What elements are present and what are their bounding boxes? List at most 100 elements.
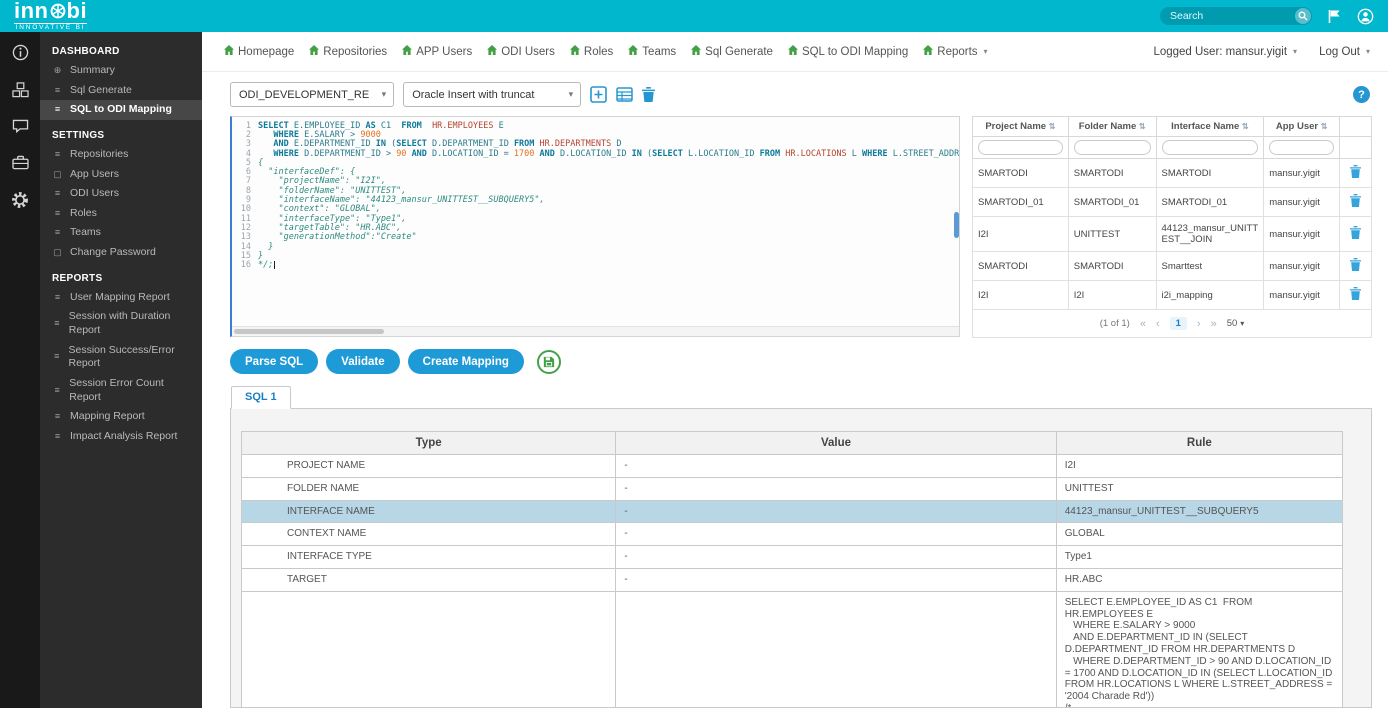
column-header-interface-name[interactable]: Interface Name ⇅ [1156, 117, 1264, 137]
delete-mapping-button[interactable] [1350, 258, 1361, 271]
pagination-bar: (1 of 1) « ‹ 1 › » 50 [972, 310, 1372, 338]
mapping-row[interactable]: I2IUNITTEST44123_mansur_UNITTEST__JOINma… [973, 217, 1372, 252]
prev-page-button[interactable]: ‹ [1156, 318, 1160, 330]
chat-icon[interactable] [12, 119, 29, 134]
sidebar-item-sql-generate[interactable]: ≡Sql Generate [40, 81, 202, 101]
column-header-actions [1340, 117, 1372, 137]
sidebar-item-roles[interactable]: ≡Roles [40, 204, 202, 224]
sidebar-item-summary[interactable]: ⊕Summary [40, 61, 202, 81]
interface-cell: Smarttest [1156, 252, 1264, 281]
repository-select[interactable]: ODI_DEVELOPMENT_RE [230, 82, 394, 107]
sql-editor[interactable]: 1SELECT E.EMPLOYEE_ID AS C1 FROM HR.EMPL… [230, 116, 960, 337]
scrollbar-thumb[interactable] [234, 329, 384, 334]
nav-item-repositories[interactable]: Repositories [309, 45, 387, 58]
nav-item-roles[interactable]: Roles [570, 45, 613, 58]
result-row[interactable]: FOLDER NAME-UNITTEST [242, 477, 1343, 500]
search-icon[interactable] [1295, 8, 1311, 24]
result-row[interactable]: CONTEXT NAME-GLOBAL [242, 523, 1343, 546]
modules-icon[interactable] [12, 82, 29, 98]
mapping-row[interactable]: SMARTODI_01SMARTODI_01SMARTODI_01mansur.… [973, 188, 1372, 217]
sort-icon[interactable]: ⇅ [1049, 122, 1056, 131]
column-header-app-user[interactable]: App User ⇅ [1264, 117, 1340, 137]
nav-item-sql-generate[interactable]: Sql Generate [691, 45, 773, 58]
sidebar-item-session-with-duration-report[interactable]: ≡Session with Duration Report [40, 307, 202, 340]
nav-item-sql-to-odi-mapping[interactable]: SQL to ODI Mapping [788, 45, 908, 58]
sort-icon[interactable]: ⇅ [1242, 122, 1249, 131]
last-page-button[interactable]: » [1211, 318, 1217, 330]
nav-item-homepage[interactable]: Homepage [224, 45, 294, 58]
sidebar-item-teams[interactable]: ≡Teams [40, 223, 202, 243]
sidebar-item-impact-analysis-report[interactable]: ≡Impact Analysis Report [40, 427, 202, 447]
delete-mapping-button[interactable] [1350, 287, 1361, 300]
nav-item-app-users[interactable]: APP Users [402, 45, 472, 58]
horizontal-scrollbar[interactable] [232, 326, 959, 336]
next-page-button[interactable]: › [1197, 318, 1201, 330]
parse-sql-button[interactable]: Parse SQL [230, 349, 318, 374]
home-icon [487, 45, 497, 58]
logged-user-menu[interactable]: Logged User: mansur.yigit▾ [1153, 46, 1297, 58]
gear-icon[interactable] [11, 191, 29, 209]
table-icon[interactable] [616, 87, 633, 102]
nav-item-label: Repositories [323, 46, 387, 58]
editor-line: 2 WHERE E.SALARY > 9000 [232, 130, 959, 139]
column-header-project-name[interactable]: Project Name ⇅ [973, 117, 1069, 137]
user-account-icon[interactable] [1357, 8, 1374, 25]
first-page-button[interactable]: « [1140, 318, 1146, 330]
sidebar-item-change-password[interactable]: ▢Change Password [40, 243, 202, 263]
create-mapping-button[interactable]: Create Mapping [408, 349, 524, 374]
help-icon[interactable]: ? [1353, 86, 1370, 103]
current-page-button[interactable]: 1 [1170, 317, 1187, 330]
sidebar-item-odi-users[interactable]: ≡ODI Users [40, 184, 202, 204]
result-row[interactable]: INTERFACE TYPE-Type1 [242, 546, 1343, 569]
filter-input-folder-name[interactable] [1074, 140, 1151, 155]
sidebar-item-sql-to-odi-mapping[interactable]: ≡SQL to ODI Mapping [40, 100, 202, 120]
delete-mapping-button[interactable] [1350, 165, 1361, 178]
sidebar-item-repositories[interactable]: ≡Repositories [40, 145, 202, 165]
mapping-row[interactable]: SMARTODISMARTODISMARTODImansur.yigit [973, 159, 1372, 188]
search-input[interactable] [1160, 10, 1312, 22]
sort-icon[interactable]: ⇅ [1139, 122, 1146, 131]
result-row[interactable]: SELECT E.EMPLOYEE_ID AS C1 FROM HR.EMPLO… [242, 591, 1343, 708]
editor-line: 7 "projectName": "I2I", [232, 177, 959, 186]
page-size-select[interactable]: 50 [1227, 318, 1245, 329]
result-row[interactable]: INTERFACE NAME-44123_mansur_UNITTEST__SU… [242, 500, 1343, 523]
splitter-handle[interactable] [954, 212, 959, 238]
logged-user-label: Logged User: mansur.yigit [1153, 46, 1287, 58]
add-icon[interactable] [590, 86, 607, 103]
sort-icon[interactable]: ⇅ [1321, 122, 1328, 131]
column-header-folder-name[interactable]: Folder Name ⇅ [1068, 117, 1156, 137]
sidebar-item-session-error-count-report[interactable]: ≡Session Error Count Report [40, 374, 202, 407]
filter-input-project-name[interactable] [978, 140, 1063, 155]
info-icon[interactable] [12, 44, 29, 61]
mapping-row[interactable]: I2II2Ii2i_mappingmansur.yigit [973, 281, 1372, 310]
nav-item-label: Homepage [238, 46, 294, 58]
tab-sql-1[interactable]: SQL 1 [231, 386, 291, 409]
sidebar-item-session-success-error-report[interactable]: ≡Session Success/Error Report [40, 341, 202, 374]
filter-input-interface-name[interactable] [1162, 140, 1259, 155]
editor-line: 3 AND E.DEPARTMENT_ID IN (SELECT D.DEPAR… [232, 140, 959, 149]
delete-mapping-button[interactable] [1350, 194, 1361, 207]
nav-item-teams[interactable]: Teams [628, 45, 676, 58]
nav-item-reports[interactable]: Reports▾ [923, 45, 987, 58]
trash-icon[interactable] [642, 87, 655, 102]
logout-menu[interactable]: Log Out▾ [1319, 46, 1370, 58]
project-cell: SMARTODI [973, 159, 1069, 188]
list-icon: ≡ [52, 292, 63, 304]
nav-item-odi-users[interactable]: ODI Users [487, 45, 555, 58]
filter-input-app-user[interactable] [1269, 140, 1334, 155]
delete-mapping-button[interactable] [1350, 226, 1361, 239]
sidebar-item-app-users[interactable]: ▢App Users [40, 165, 202, 185]
results-table: TypeValueRule PROJECT NAME-I2IFOLDER NAM… [241, 431, 1343, 708]
home-icon [402, 45, 412, 58]
sidebar-item-user-mapping-report[interactable]: ≡User Mapping Report [40, 288, 202, 308]
flag-icon[interactable] [1328, 9, 1341, 24]
save-icon[interactable] [537, 350, 561, 374]
mapping-row[interactable]: SMARTODISMARTODISmarttestmansur.yigit [973, 252, 1372, 281]
insert-type-select[interactable]: Oracle Insert with truncat [403, 82, 581, 107]
result-row[interactable]: TARGET-HR.ABC [242, 568, 1343, 591]
result-row[interactable]: PROJECT NAME-I2I [242, 455, 1343, 478]
sidebar-item-mapping-report[interactable]: ≡Mapping Report [40, 407, 202, 427]
tab-strip: SQL 1 [230, 386, 1372, 409]
briefcase-icon[interactable] [12, 155, 29, 170]
validate-button[interactable]: Validate [326, 349, 399, 374]
